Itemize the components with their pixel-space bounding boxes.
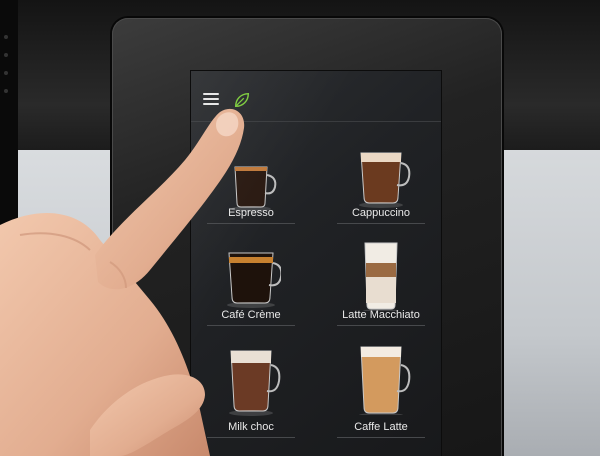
coffee-machine-scene: Espresso Cappuccino Café Crème Latte Mac… (0, 0, 600, 456)
hand-pointing (0, 108, 245, 456)
